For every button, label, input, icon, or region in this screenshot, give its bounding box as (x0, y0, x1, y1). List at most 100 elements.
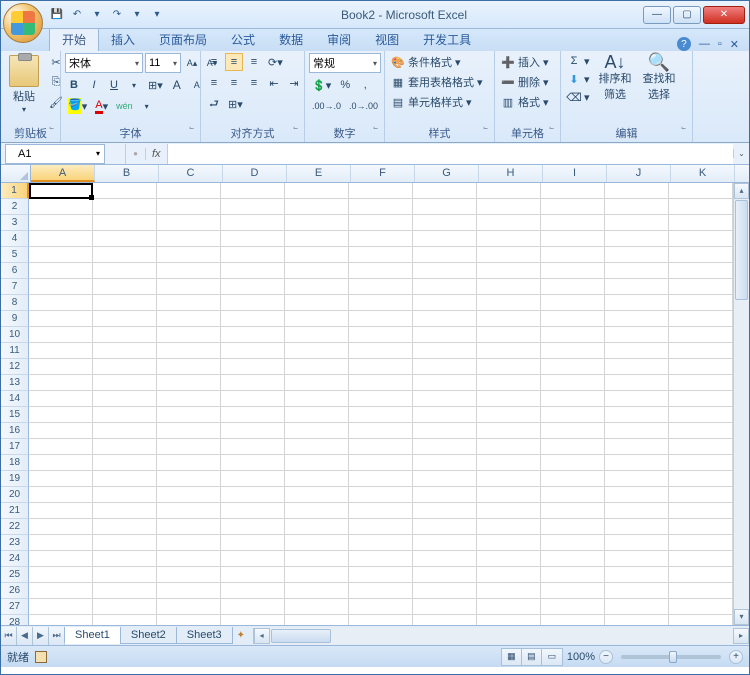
cell-J20[interactable] (605, 487, 669, 503)
cell-B25[interactable] (93, 567, 157, 583)
cell-J21[interactable] (605, 503, 669, 519)
cell-I14[interactable] (541, 391, 605, 407)
cell-G13[interactable] (413, 375, 477, 391)
row-header-20[interactable]: 20 (1, 487, 29, 503)
font-size-combo[interactable]: 11▾ (145, 53, 181, 73)
cell-F5[interactable] (349, 247, 413, 263)
cell-D2[interactable] (221, 199, 285, 215)
cell-B1[interactable] (93, 183, 157, 199)
cell-F28[interactable] (349, 615, 413, 625)
cell-H16[interactable] (477, 423, 541, 439)
cell-K16[interactable] (669, 423, 733, 439)
insert-sheet-button[interactable]: ✦ (233, 630, 253, 641)
cell-F23[interactable] (349, 535, 413, 551)
comma-button[interactable]: , (356, 76, 374, 94)
cell-B3[interactable] (93, 215, 157, 231)
cell-E16[interactable] (285, 423, 349, 439)
cell-I17[interactable] (541, 439, 605, 455)
cell-G17[interactable] (413, 439, 477, 455)
cell-J25[interactable] (605, 567, 669, 583)
column-header-I[interactable]: I (543, 165, 607, 182)
cell-I24[interactable] (541, 551, 605, 567)
cell-A13[interactable] (29, 375, 93, 391)
cell-D3[interactable] (221, 215, 285, 231)
cell-E4[interactable] (285, 231, 349, 247)
cell-H21[interactable] (477, 503, 541, 519)
qat-dd2[interactable]: ▾ (129, 7, 145, 23)
row-header-13[interactable]: 13 (1, 375, 29, 391)
cell-D15[interactable] (221, 407, 285, 423)
cell-A6[interactable] (29, 263, 93, 279)
cell-C5[interactable] (157, 247, 221, 263)
cell-J4[interactable] (605, 231, 669, 247)
cell-K9[interactable] (669, 311, 733, 327)
cell-J14[interactable] (605, 391, 669, 407)
office-button[interactable] (3, 3, 43, 43)
cell-K10[interactable] (669, 327, 733, 343)
cell-K18[interactable] (669, 455, 733, 471)
cell-D11[interactable] (221, 343, 285, 359)
cell-H18[interactable] (477, 455, 541, 471)
cell-A25[interactable] (29, 567, 93, 583)
cell-C22[interactable] (157, 519, 221, 535)
close-button[interactable]: ✕ (703, 6, 745, 24)
cell-C6[interactable] (157, 263, 221, 279)
row-header-14[interactable]: 14 (1, 391, 29, 407)
cell-A27[interactable] (29, 599, 93, 615)
cell-G8[interactable] (413, 295, 477, 311)
cell-G7[interactable] (413, 279, 477, 295)
row-header-24[interactable]: 24 (1, 551, 29, 567)
cell-G10[interactable] (413, 327, 477, 343)
cell-C21[interactable] (157, 503, 221, 519)
maximize-button[interactable]: ▢ (673, 6, 701, 24)
cell-B5[interactable] (93, 247, 157, 263)
cell-J13[interactable] (605, 375, 669, 391)
column-header-G[interactable]: G (415, 165, 479, 182)
cell-J26[interactable] (605, 583, 669, 599)
cell-D14[interactable] (221, 391, 285, 407)
row-header-21[interactable]: 21 (1, 503, 29, 519)
tab-data[interactable]: 数据 (267, 28, 315, 51)
cell-K24[interactable] (669, 551, 733, 567)
cell-K28[interactable] (669, 615, 733, 625)
phonetic-dd[interactable]: ▾ (138, 97, 156, 115)
cell-E10[interactable] (285, 327, 349, 343)
cell-B24[interactable] (93, 551, 157, 567)
font-color-button[interactable]: A▾ (92, 97, 111, 115)
cell-D17[interactable] (221, 439, 285, 455)
merge-cells[interactable]: ⊞▾ (225, 95, 246, 113)
cell-C11[interactable] (157, 343, 221, 359)
clear-button[interactable]: ⌫▾ (565, 89, 592, 105)
page-layout-view[interactable]: ▤ (522, 649, 542, 665)
percent-button[interactable]: % (336, 76, 354, 94)
cell-H6[interactable] (477, 263, 541, 279)
cell-G22[interactable] (413, 519, 477, 535)
format-cells-button[interactable]: ▥格式 ▾ (499, 93, 551, 111)
cell-D10[interactable] (221, 327, 285, 343)
column-header-J[interactable]: J (607, 165, 671, 182)
cell-A19[interactable] (29, 471, 93, 487)
cell-E18[interactable] (285, 455, 349, 471)
decrease-decimal[interactable]: .0→.00 (346, 97, 381, 115)
wrap-text[interactable]: ⮐ (205, 95, 223, 113)
cell-B23[interactable] (93, 535, 157, 551)
cell-D23[interactable] (221, 535, 285, 551)
cell-K5[interactable] (669, 247, 733, 263)
row-header-23[interactable]: 23 (1, 535, 29, 551)
cell-J3[interactable] (605, 215, 669, 231)
scroll-down[interactable]: ▾ (734, 609, 749, 625)
cell-C19[interactable] (157, 471, 221, 487)
expand-formula-bar[interactable]: ⌄ (733, 149, 749, 158)
number-format-combo[interactable]: 常规▾ (309, 53, 381, 73)
align-left[interactable]: ≡ (205, 74, 223, 92)
minimize-ribbon[interactable]: — (699, 38, 710, 50)
cell-E6[interactable] (285, 263, 349, 279)
cell-H20[interactable] (477, 487, 541, 503)
cell-D1[interactable] (221, 183, 285, 199)
cell-K12[interactable] (669, 359, 733, 375)
cell-B12[interactable] (93, 359, 157, 375)
cell-A15[interactable] (29, 407, 93, 423)
cell-H1[interactable] (477, 183, 541, 199)
name-box[interactable]: A1▾ (5, 144, 105, 164)
cell-J9[interactable] (605, 311, 669, 327)
